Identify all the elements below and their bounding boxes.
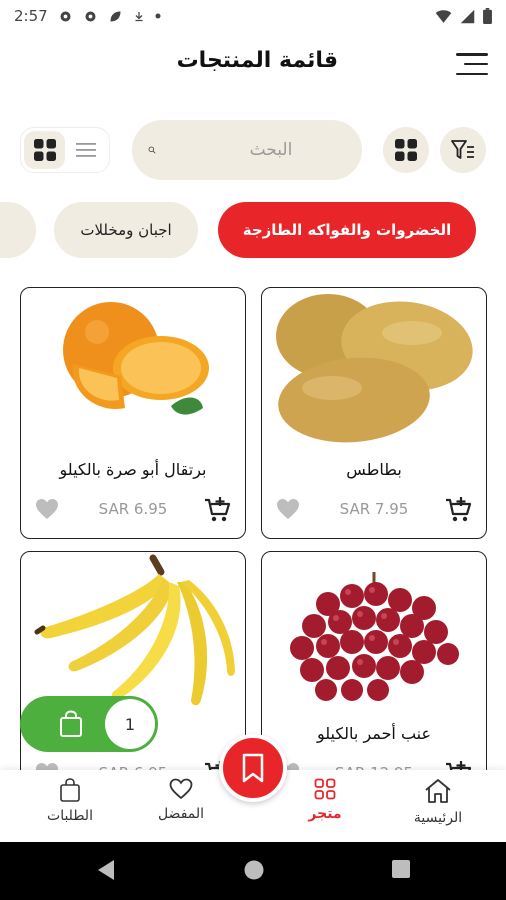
download-icon xyxy=(135,11,143,21)
signal-icon xyxy=(460,9,475,23)
system-navigation-bar xyxy=(0,842,506,900)
category-chips: الخضروات والفواكه الطازجة اجبان ومخللات xyxy=(0,200,506,262)
add-to-cart-icon[interactable] xyxy=(203,496,231,524)
gear-icon xyxy=(60,11,71,21)
heart-outline-icon xyxy=(169,778,193,800)
battery-icon xyxy=(483,8,492,24)
search-input[interactable] xyxy=(196,140,346,160)
nav-orders-label: الطلبات xyxy=(47,808,93,824)
status-bar: 2:57 xyxy=(0,0,506,32)
nav-home[interactable]: الرئيسية xyxy=(393,778,483,838)
shopping-bag-icon xyxy=(60,710,82,737)
product-name: بطاطس xyxy=(346,460,402,479)
product-card[interactable]: بطاطس SAR 7.95 xyxy=(261,287,487,539)
search-row xyxy=(0,118,506,184)
floating-cart-button[interactable]: 1 xyxy=(20,696,158,752)
nav-home-label: الرئيسية xyxy=(413,810,463,826)
filter-button[interactable] xyxy=(440,127,486,173)
product-image-banana xyxy=(34,554,235,706)
product-card[interactable]: موز SAR 6.95 xyxy=(20,551,246,803)
grid-icon xyxy=(395,139,417,161)
search-bar[interactable] xyxy=(132,120,362,180)
nav-favorites-label: المفضل xyxy=(157,806,205,822)
dot-icon xyxy=(155,13,161,19)
category-chip-fresh-produce[interactable]: الخضروات والفواكه الطازجة xyxy=(218,202,476,258)
view-toggle[interactable] xyxy=(20,127,110,173)
menu-icon xyxy=(456,53,488,56)
gear-icon xyxy=(85,11,96,21)
page-title: قائمة المنتجات xyxy=(176,48,338,73)
nav-store-label: متجر xyxy=(308,806,342,822)
search-icon xyxy=(148,146,156,154)
product-card[interactable]: عنب أحمر بالكيلو SAR 12.95 xyxy=(261,551,487,803)
back-icon[interactable] xyxy=(96,859,116,881)
nav-store[interactable]: متجر xyxy=(280,778,370,838)
list-icon xyxy=(75,143,96,157)
product-image-orange xyxy=(63,302,209,415)
product-name: عنب أحمر بالكيلو xyxy=(316,724,432,743)
product-name: برتقال أبو صرة بالكيلو xyxy=(59,460,207,479)
menu-button[interactable] xyxy=(456,50,488,78)
wifi-icon xyxy=(435,9,452,23)
home-icon xyxy=(425,779,451,803)
add-to-cart-icon[interactable] xyxy=(444,496,472,524)
cart-count-badge: 1 xyxy=(105,699,155,749)
category-chip-more[interactable] xyxy=(0,202,36,258)
status-time: 2:57 xyxy=(14,7,48,25)
leaf-icon xyxy=(110,11,121,21)
product-actions: SAR 6.95 xyxy=(31,496,235,526)
nav-orders[interactable]: الطلبات xyxy=(25,778,115,838)
product-actions: SAR 7.95 xyxy=(272,496,476,526)
grid-icon xyxy=(314,778,336,800)
filter-icon xyxy=(451,140,474,159)
category-chip-cheese-pickles[interactable]: اجبان ومخللات xyxy=(54,202,198,258)
product-card[interactable]: برتقال أبو صرة بالكيلو SAR 6.95 xyxy=(20,287,246,539)
nav-favorites[interactable]: المفضل xyxy=(136,778,226,838)
bookmark-fab[interactable] xyxy=(219,734,287,802)
bookmark-icon xyxy=(242,753,264,783)
grid-icon xyxy=(33,139,56,161)
app-screen: 2:57 قائمة المنتجات البحث الخضروات والفو… xyxy=(0,0,506,900)
shopping-bag-icon xyxy=(60,778,80,802)
list-view-button[interactable] xyxy=(65,131,106,169)
grid-view-button[interactable] xyxy=(24,131,65,169)
home-circle-icon[interactable] xyxy=(243,859,265,881)
product-image-potato xyxy=(276,294,473,443)
app-header: قائمة المنتجات xyxy=(0,40,506,90)
category-grid-button[interactable] xyxy=(383,127,429,173)
recents-icon[interactable] xyxy=(391,859,411,879)
product-image-red-grapes xyxy=(290,572,459,701)
